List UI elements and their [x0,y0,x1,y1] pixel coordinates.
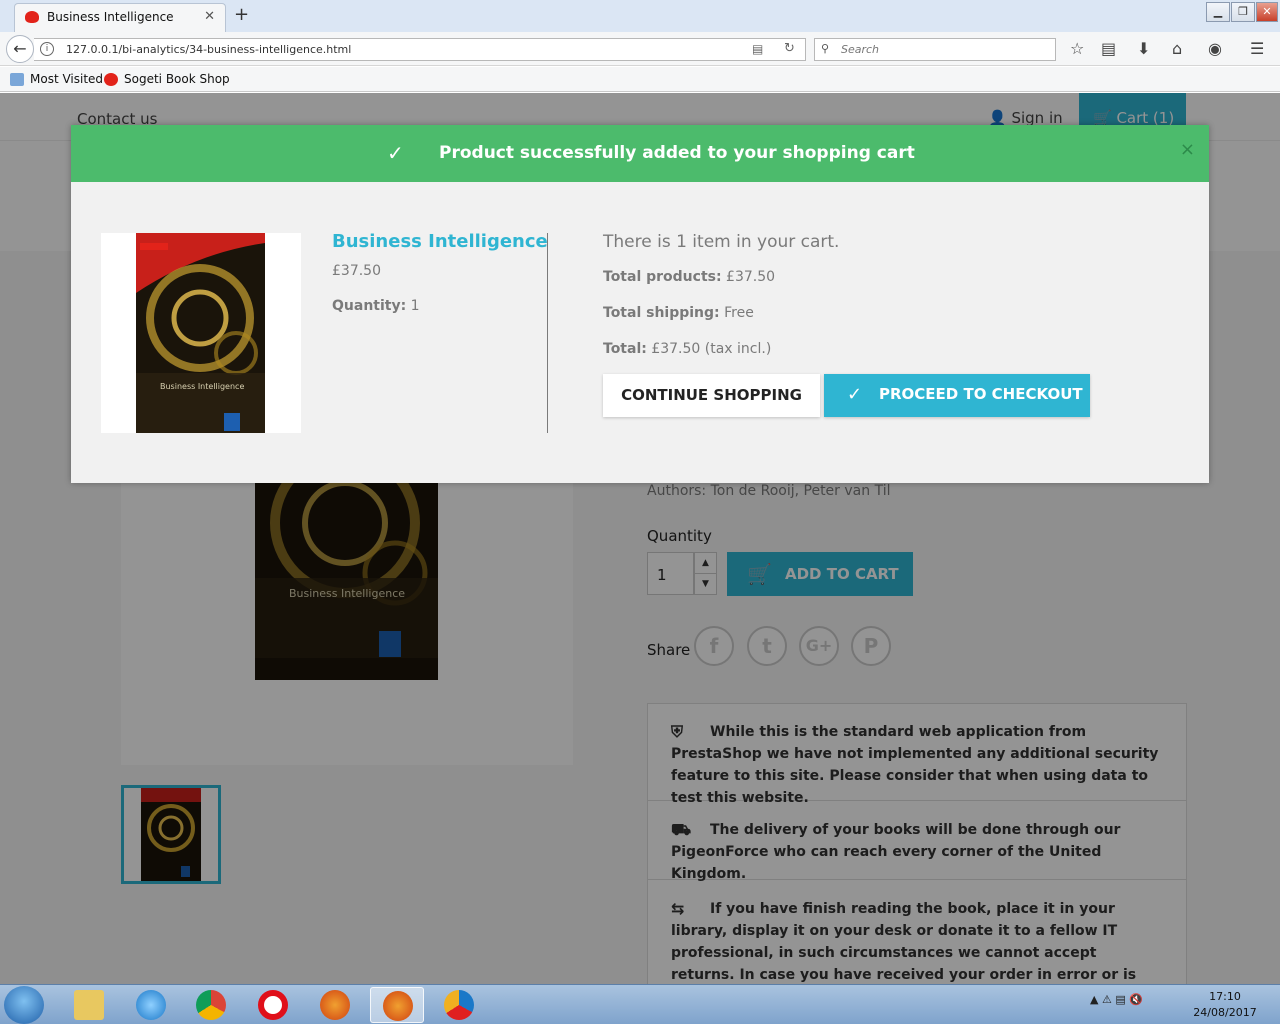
bookmark-sogeti-book-shop[interactable]: Sogeti Book Shop [104,72,230,86]
taskbar-explorer[interactable] [62,987,116,1023]
check-icon: ✓ [847,384,863,405]
most-visited-icon [10,72,24,86]
modal-title: Product successfully added to your shopp… [439,143,915,163]
search-icon: ⚲ [821,42,830,55]
cart-confirmation-modal: ✓ Product successfully added to your sho… [71,125,1209,483]
modal-product-name[interactable]: Business Intelligence [332,231,548,252]
check-icon: ✓ [387,141,404,165]
tab-close-icon[interactable]: ✕ [204,9,215,24]
taskbar-firefox[interactable] [308,987,362,1023]
total-shipping-value: Free [724,305,754,321]
proceed-to-checkout-button[interactable]: ✓ PROCEED TO CHECKOUT [824,374,1090,417]
bookmark-label: Sogeti Book Shop [124,72,230,86]
opera-icon [258,990,288,1020]
continue-shopping-button[interactable]: CONTINUE SHOPPING [603,374,820,417]
sogeti-favicon-icon [25,11,39,23]
quantity-value: 1 [410,298,420,314]
menu-icon[interactable]: ☰ [1250,39,1264,58]
taskbar-app[interactable] [432,987,486,1023]
bookmark-most-visited[interactable]: Most Visited [10,72,103,86]
browser-titlebar: Business Intelligence ✕ + ▁ ❐ ✕ [0,0,1280,32]
total-products-value: £37.50 [726,269,776,285]
bookmarks-toolbar: Most Visited Sogeti Book Shop [0,67,1280,92]
system-tray[interactable]: ▲ ⚠ ▤ 🔇 [1090,993,1143,1006]
reading-list-icon[interactable]: ▤ [1101,39,1116,58]
taskbar-firefox-active[interactable] [370,987,424,1023]
maximize-button[interactable]: ❐ [1231,2,1255,22]
checkout-label: PROCEED TO CHECKOUT [879,385,1083,403]
windows-taskbar: ▲ ⚠ ▤ 🔇 17:10 24/08/2017 [0,984,1280,1024]
close-window-button[interactable]: ✕ [1256,2,1278,22]
taskbar-chrome[interactable] [184,987,238,1023]
quantity-label: Quantity: [332,298,407,314]
bookmark-label: Most Visited [30,72,104,86]
browser-navbar: ← i 127.0.0.1/bi-analytics/34-business-i… [0,32,1280,66]
url-bar[interactable]: i 127.0.0.1/bi-analytics/34-business-int… [34,38,806,61]
bookmark-star-icon[interactable]: ☆ [1070,39,1084,58]
modal-header: ✓ Product successfully added to your sho… [71,125,1209,182]
firefox-icon [383,991,413,1021]
cover-title: Business Intelligence [160,382,244,391]
home-icon[interactable]: ⌂ [1172,39,1182,58]
download-icon[interactable]: ⬇ [1137,39,1150,58]
new-tab-button[interactable]: + [234,4,249,25]
info-icon[interactable]: i [40,42,54,56]
cart-item-count: There is 1 item in your cart. [603,232,840,252]
minimize-button[interactable]: ▁ [1206,2,1230,22]
clock-date: 24/08/2017 [1193,1006,1257,1019]
modal-divider [547,233,548,433]
taskbar-opera[interactable] [246,987,300,1023]
web-page: Contact us 👤 Sign in 🛒 Cart (1) Business… [0,93,1280,984]
modal-close-icon[interactable]: × [1180,139,1195,160]
search-placeholder: Search [841,43,880,56]
reload-icon[interactable]: ↻ [784,41,795,56]
total-shipping-line: Total shipping: Free [603,305,754,321]
modal-cover-image: Business Intelligence [136,233,265,433]
tab-title: Business Intelligence [47,10,174,24]
browser-tab[interactable]: Business Intelligence ✕ [14,3,226,32]
total-label: Total: [603,341,647,357]
url-text[interactable]: 127.0.0.1/bi-analytics/34-business-intel… [66,43,351,56]
pocket-icon[interactable]: ◉ [1208,39,1222,58]
total-products-label: Total products: [603,269,722,285]
modal-product-price: £37.50 [332,263,381,279]
total-value: £37.50 (tax incl.) [651,341,772,357]
back-button[interactable]: ← [6,35,34,63]
folder-icon [74,990,104,1020]
taskbar-internet-explorer[interactable] [124,987,178,1023]
app-icon [444,990,474,1020]
modal-product-quantity: Quantity: 1 [332,298,420,314]
window-controls: ▁ ❐ ✕ [1206,2,1278,22]
total-line: Total: £37.50 (tax incl.) [603,341,771,357]
modal-product-image: Business Intelligence [101,233,301,433]
firefox-icon [320,990,350,1020]
ie-icon [136,990,166,1020]
start-button[interactable] [4,986,44,1024]
taskbar-clock[interactable]: 17:10 24/08/2017 [1190,989,1260,1021]
chrome-icon [196,990,226,1020]
clock-time: 17:10 [1209,990,1241,1003]
search-input[interactable]: ⚲ Search [814,38,1056,61]
total-shipping-label: Total shipping: [603,305,720,321]
reader-view-icon[interactable]: ▤ [752,42,763,56]
total-products-line: Total products: £37.50 [603,269,775,285]
modal-body: Business Intelligence Business Intellige… [71,182,1209,483]
sogeti-favicon-icon [104,72,118,86]
